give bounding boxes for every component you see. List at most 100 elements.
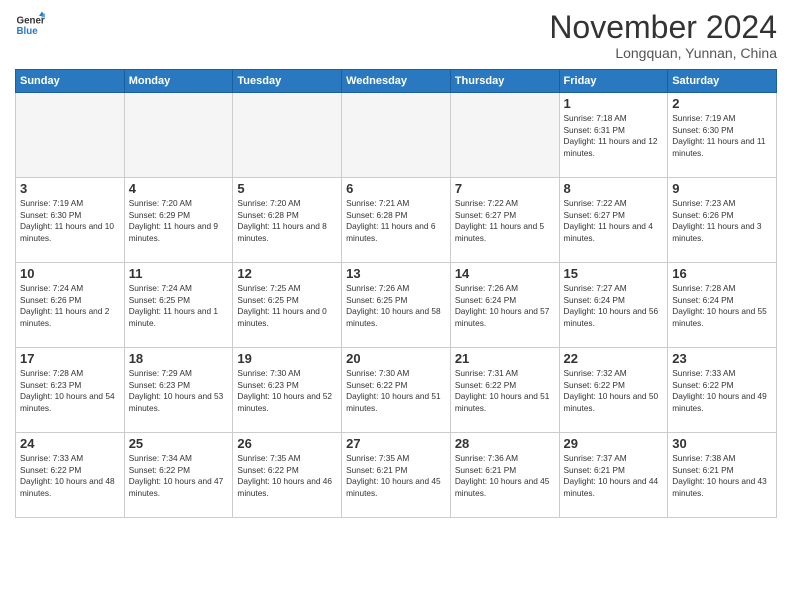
day-number: 30 bbox=[672, 436, 772, 451]
day-info: Sunrise: 7:20 AM Sunset: 6:29 PM Dayligh… bbox=[129, 198, 229, 244]
calendar-cell: 8 Sunrise: 7:22 AM Sunset: 6:27 PM Daylig… bbox=[559, 178, 668, 263]
day-number: 11 bbox=[129, 266, 229, 281]
weekday-header-row: SundayMondayTuesdayWednesdayThursdayFrid… bbox=[16, 70, 777, 93]
calendar-cell: 5Sunrise: 7:20 AM Sunset: 6:28 PM Daylig… bbox=[233, 178, 342, 263]
calendar-cell: 29 Sunrise: 7:37 AM Sunset: 6:21 PM Dayli… bbox=[559, 433, 668, 518]
day-info: Sunrise: 7:35 AM Sunset: 6:22 PM Dayligh… bbox=[237, 453, 337, 499]
day-info: Sunrise: 7:33 AM Sunset: 6:22 PM Dayligh… bbox=[672, 368, 772, 414]
day-number: 22 bbox=[564, 351, 664, 366]
day-number: 8 bbox=[564, 181, 664, 196]
calendar-cell: 21Sunrise: 7:31 AM Sunset: 6:22 PM Dayli… bbox=[450, 348, 559, 433]
day-number: 15 bbox=[564, 266, 664, 281]
day-info: Sunrise: 7:27 AM Sunset: 6:24 PM Dayligh… bbox=[564, 283, 664, 329]
calendar-cell: 10 Sunrise: 7:24 AM Sunset: 6:26 PM Dayli… bbox=[16, 263, 125, 348]
month-title: November 2024 bbox=[549, 10, 777, 45]
calendar-cell bbox=[450, 93, 559, 178]
calendar-cell: 1 Sunrise: 7:18 AM Sunset: 6:31 PM Daylig… bbox=[559, 93, 668, 178]
day-info: Sunrise: 7:23 AM Sunset: 6:26 PM Dayligh… bbox=[672, 198, 772, 244]
day-info: Sunrise: 7:34 AM Sunset: 6:22 PM Dayligh… bbox=[129, 453, 229, 499]
day-number: 3 bbox=[20, 181, 120, 196]
calendar-cell: 7 Sunrise: 7:22 AM Sunset: 6:27 PM Daylig… bbox=[450, 178, 559, 263]
day-info: Sunrise: 7:18 AM Sunset: 6:31 PM Dayligh… bbox=[564, 113, 664, 159]
day-info: Sunrise: 7:19 AM Sunset: 6:30 PM Dayligh… bbox=[20, 198, 120, 244]
weekday-header-thursday: Thursday bbox=[450, 70, 559, 93]
calendar-cell: 17Sunrise: 7:28 AM Sunset: 6:23 PM Dayli… bbox=[16, 348, 125, 433]
day-info: Sunrise: 7:38 AM Sunset: 6:21 PM Dayligh… bbox=[672, 453, 772, 499]
day-number: 6 bbox=[346, 181, 446, 196]
day-info: Sunrise: 7:28 AM Sunset: 6:24 PM Dayligh… bbox=[672, 283, 772, 329]
calendar-cell: 28 Sunrise: 7:36 AM Sunset: 6:21 PM Dayli… bbox=[450, 433, 559, 518]
day-number: 19 bbox=[237, 351, 337, 366]
day-info: Sunrise: 7:25 AM Sunset: 6:25 PM Dayligh… bbox=[237, 283, 337, 329]
day-number: 28 bbox=[455, 436, 555, 451]
day-number: 12 bbox=[237, 266, 337, 281]
day-number: 16 bbox=[672, 266, 772, 281]
day-number: 1 bbox=[564, 96, 664, 111]
calendar-cell: 27 Sunrise: 7:35 AM Sunset: 6:21 PM Dayli… bbox=[342, 433, 451, 518]
location-subtitle: Longquan, Yunnan, China bbox=[549, 45, 777, 61]
day-number: 24 bbox=[20, 436, 120, 451]
calendar-cell: 13Sunrise: 7:26 AM Sunset: 6:25 PM Dayli… bbox=[342, 263, 451, 348]
day-number: 26 bbox=[237, 436, 337, 451]
logo-icon: General Blue bbox=[15, 10, 45, 40]
day-number: 23 bbox=[672, 351, 772, 366]
calendar-cell: 2Sunrise: 7:19 AM Sunset: 6:30 PM Daylig… bbox=[668, 93, 777, 178]
calendar-cell: 30 Sunrise: 7:38 AM Sunset: 6:21 PM Dayli… bbox=[668, 433, 777, 518]
calendar-cell: 23 Sunrise: 7:33 AM Sunset: 6:22 PM Dayli… bbox=[668, 348, 777, 433]
day-info: Sunrise: 7:26 AM Sunset: 6:24 PM Dayligh… bbox=[455, 283, 555, 329]
day-info: Sunrise: 7:28 AM Sunset: 6:23 PM Dayligh… bbox=[20, 368, 120, 414]
day-number: 10 bbox=[20, 266, 120, 281]
day-number: 25 bbox=[129, 436, 229, 451]
week-row-2: 3 Sunrise: 7:19 AM Sunset: 6:30 PM Daylig… bbox=[16, 178, 777, 263]
day-info: Sunrise: 7:36 AM Sunset: 6:21 PM Dayligh… bbox=[455, 453, 555, 499]
calendar-cell: 11 Sunrise: 7:24 AM Sunset: 6:25 PM Dayli… bbox=[124, 263, 233, 348]
day-number: 27 bbox=[346, 436, 446, 451]
calendar-cell: 22 Sunrise: 7:32 AM Sunset: 6:22 PM Dayli… bbox=[559, 348, 668, 433]
day-info: Sunrise: 7:22 AM Sunset: 6:27 PM Dayligh… bbox=[455, 198, 555, 244]
day-info: Sunrise: 7:22 AM Sunset: 6:27 PM Dayligh… bbox=[564, 198, 664, 244]
calendar-cell: 9 Sunrise: 7:23 AM Sunset: 6:26 PM Daylig… bbox=[668, 178, 777, 263]
svg-text:General: General bbox=[17, 16, 46, 27]
calendar-cell: 25 Sunrise: 7:34 AM Sunset: 6:22 PM Dayli… bbox=[124, 433, 233, 518]
day-info: Sunrise: 7:24 AM Sunset: 6:26 PM Dayligh… bbox=[20, 283, 120, 329]
calendar-cell: 14Sunrise: 7:26 AM Sunset: 6:24 PM Dayli… bbox=[450, 263, 559, 348]
day-info: Sunrise: 7:33 AM Sunset: 6:22 PM Dayligh… bbox=[20, 453, 120, 499]
day-info: Sunrise: 7:26 AM Sunset: 6:25 PM Dayligh… bbox=[346, 283, 446, 329]
calendar-cell: 4 Sunrise: 7:20 AM Sunset: 6:29 PM Daylig… bbox=[124, 178, 233, 263]
day-number: 29 bbox=[564, 436, 664, 451]
calendar-cell: 16 Sunrise: 7:28 AM Sunset: 6:24 PM Dayli… bbox=[668, 263, 777, 348]
title-block: November 2024 Longquan, Yunnan, China bbox=[549, 10, 777, 61]
day-number: 2 bbox=[672, 96, 772, 111]
week-row-3: 10 Sunrise: 7:24 AM Sunset: 6:26 PM Dayli… bbox=[16, 263, 777, 348]
week-row-4: 17Sunrise: 7:28 AM Sunset: 6:23 PM Dayli… bbox=[16, 348, 777, 433]
weekday-header-monday: Monday bbox=[124, 70, 233, 93]
calendar-cell bbox=[342, 93, 451, 178]
weekday-header-friday: Friday bbox=[559, 70, 668, 93]
calendar-cell: 24 Sunrise: 7:33 AM Sunset: 6:22 PM Dayli… bbox=[16, 433, 125, 518]
day-info: Sunrise: 7:24 AM Sunset: 6:25 PM Dayligh… bbox=[129, 283, 229, 329]
day-info: Sunrise: 7:37 AM Sunset: 6:21 PM Dayligh… bbox=[564, 453, 664, 499]
calendar-cell: 19 Sunrise: 7:30 AM Sunset: 6:23 PM Dayli… bbox=[233, 348, 342, 433]
day-info: Sunrise: 7:35 AM Sunset: 6:21 PM Dayligh… bbox=[346, 453, 446, 499]
day-number: 18 bbox=[129, 351, 229, 366]
calendar-cell: 6 Sunrise: 7:21 AM Sunset: 6:28 PM Daylig… bbox=[342, 178, 451, 263]
day-info: Sunrise: 7:32 AM Sunset: 6:22 PM Dayligh… bbox=[564, 368, 664, 414]
week-row-1: 1 Sunrise: 7:18 AM Sunset: 6:31 PM Daylig… bbox=[16, 93, 777, 178]
weekday-header-saturday: Saturday bbox=[668, 70, 777, 93]
day-info: Sunrise: 7:21 AM Sunset: 6:28 PM Dayligh… bbox=[346, 198, 446, 244]
day-number: 7 bbox=[455, 181, 555, 196]
calendar-cell bbox=[233, 93, 342, 178]
calendar-cell bbox=[124, 93, 233, 178]
day-info: Sunrise: 7:20 AM Sunset: 6:28 PM Dayligh… bbox=[237, 198, 337, 244]
weekday-header-sunday: Sunday bbox=[16, 70, 125, 93]
day-info: Sunrise: 7:30 AM Sunset: 6:23 PM Dayligh… bbox=[237, 368, 337, 414]
calendar-cell: 20 Sunrise: 7:30 AM Sunset: 6:22 PM Dayli… bbox=[342, 348, 451, 433]
day-number: 20 bbox=[346, 351, 446, 366]
day-number: 21 bbox=[455, 351, 555, 366]
day-number: 9 bbox=[672, 181, 772, 196]
calendar-cell: 26 Sunrise: 7:35 AM Sunset: 6:22 PM Dayli… bbox=[233, 433, 342, 518]
calendar-cell: 18Sunrise: 7:29 AM Sunset: 6:23 PM Dayli… bbox=[124, 348, 233, 433]
day-info: Sunrise: 7:30 AM Sunset: 6:22 PM Dayligh… bbox=[346, 368, 446, 414]
day-number: 4 bbox=[129, 181, 229, 196]
calendar-cell: 3 Sunrise: 7:19 AM Sunset: 6:30 PM Daylig… bbox=[16, 178, 125, 263]
